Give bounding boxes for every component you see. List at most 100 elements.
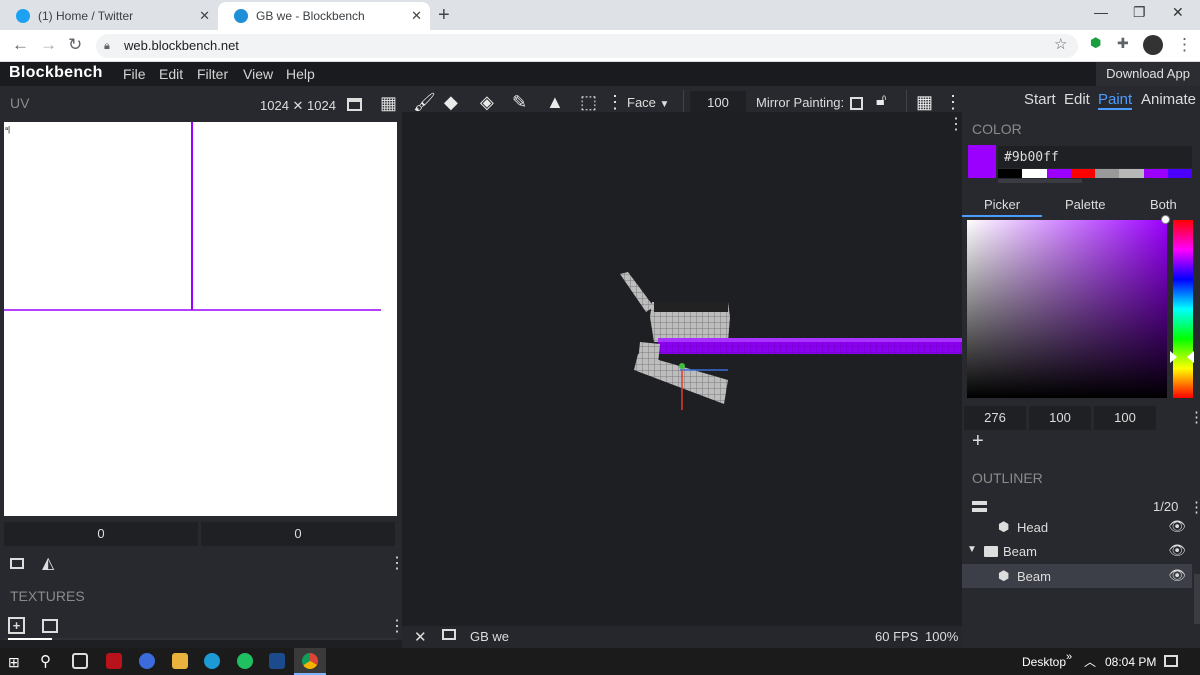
file-explorer-icon[interactable] [172, 653, 188, 669]
download-app-button[interactable]: Download App [1096, 62, 1200, 86]
mode-tab-start[interactable]: Start [1024, 91, 1056, 108]
mirror-painting-checkbox[interactable] [850, 97, 863, 110]
hue-slider[interactable] [1173, 220, 1193, 398]
3d-viewport[interactable]: ⋮ [402, 112, 964, 626]
palette-swatch[interactable] [1119, 169, 1144, 178]
uv-editor-canvas[interactable]: ᵃ| [4, 122, 397, 516]
outliner-more-icon[interactable]: ⋮ [1189, 498, 1200, 516]
new-tab-button[interactable]: + [438, 4, 450, 27]
app-blue-icon[interactable] [139, 653, 155, 669]
app-green-icon[interactable] [237, 653, 253, 669]
menu-view[interactable]: View [243, 66, 273, 82]
uv-x-field[interactable]: 0 [4, 522, 198, 546]
uv-y-field[interactable]: 0 [201, 522, 395, 546]
color-more-icon[interactable]: ⋮ [1189, 408, 1200, 426]
saturation-input[interactable]: 100 [1029, 406, 1091, 430]
eraser-icon[interactable]: ◈ [480, 92, 494, 113]
notification-icon[interactable] [1164, 655, 1178, 667]
shield-extension-icon[interactable]: ⬢ [1090, 35, 1101, 51]
browser-tab-twitter[interactable]: (1) Home / Twitter ✕ [0, 2, 218, 30]
close-model-icon[interactable]: ✕ [414, 628, 427, 646]
minimize-icon[interactable]: — [1094, 4, 1108, 20]
profile-avatar[interactable] [1143, 35, 1163, 55]
collapse-all-icon[interactable] [972, 501, 987, 512]
mode-tab-paint[interactable]: Paint [1098, 91, 1133, 110]
lock-alpha-icon[interactable]: 🔓︎ [876, 92, 886, 110]
task-view-icon[interactable] [72, 653, 88, 669]
app-red-icon[interactable] [106, 653, 122, 669]
brush-icon[interactable]: 🖌︎ [413, 92, 436, 113]
uv-grid-icon[interactable]: ▦ [380, 93, 397, 114]
browser-tab-blockbench[interactable]: GB we - Blockbench ✕ [218, 2, 430, 30]
chevron-down-icon: ▼ [659, 99, 670, 110]
texture-list-item[interactable] [4, 638, 397, 640]
transform-icon[interactable]: ⬚ [580, 92, 597, 113]
mode-tab-animate[interactable]: Animate [1141, 91, 1196, 108]
desktop-label[interactable]: Desktop [1022, 655, 1066, 669]
outliner-item-beam-group[interactable]: ▼ Beam 👁︎ [962, 539, 1192, 563]
uv-square-icon[interactable] [10, 558, 24, 569]
grid-icon[interactable]: ▦ [916, 92, 933, 113]
zoom-level: 100% [925, 629, 959, 644]
mirror-uv-icon[interactable]: ◭ [42, 553, 54, 573]
add-texture-icon[interactable]: + [8, 617, 25, 634]
reload-icon[interactable]: ↻ [68, 35, 82, 55]
import-texture-icon[interactable] [42, 619, 58, 633]
hex-color-input[interactable]: #9b00ff [998, 146, 1192, 168]
eye-icon[interactable]: 👁︎ [1168, 518, 1186, 535]
current-color-swatch[interactable] [968, 145, 996, 178]
more-icon[interactable]: ⋮ [944, 92, 962, 113]
clock[interactable]: 08:04 PM [1105, 655, 1156, 669]
hue-input[interactable]: 276 [964, 406, 1026, 430]
mode-tab-edit[interactable]: Edit [1064, 91, 1090, 108]
close-tab-icon[interactable]: ✕ [411, 8, 422, 24]
color-tab-both[interactable]: Both [1150, 197, 1177, 212]
cube-icon: ⬢ [998, 568, 1010, 583]
add-color-icon[interactable]: + [972, 430, 984, 453]
close-window-icon[interactable]: ✕ [1172, 4, 1184, 21]
color-tab-picker[interactable]: Picker [984, 197, 1020, 212]
close-tab-icon[interactable]: ✕ [199, 8, 210, 24]
palette-swatch[interactable] [1095, 169, 1120, 178]
palette-swatch[interactable] [1046, 169, 1071, 178]
steam-icon[interactable] [269, 653, 285, 669]
restore-icon[interactable]: ❐ [1133, 4, 1146, 21]
palette-scrollbar[interactable] [998, 179, 1082, 183]
toolbar-expand-icon[interactable]: » [1066, 651, 1072, 663]
palette-swatch[interactable] [1070, 169, 1095, 178]
tray-chevron-icon[interactable]: ︿ [1084, 653, 1096, 670]
saturation-value-picker[interactable] [967, 220, 1167, 398]
bookmark-star-icon[interactable]: ☆ [1054, 35, 1067, 53]
menu-help[interactable]: Help [286, 66, 315, 82]
chrome-menu-icon[interactable]: ⋮ [1176, 35, 1193, 55]
outliner-item-beam-cube[interactable]: ⬢ Beam 👁︎ [962, 564, 1192, 588]
outliner-scrollbar[interactable] [1194, 574, 1200, 624]
color-picker-icon[interactable]: ✎ [512, 92, 527, 113]
palette-swatch[interactable] [1167, 169, 1192, 178]
uv-panel-title: UV [10, 95, 30, 111]
shapes-icon[interactable]: ▲ [546, 92, 564, 113]
extensions-puzzle-icon[interactable]: ✚ [1117, 35, 1129, 52]
eye-icon[interactable]: 👁︎ [1168, 542, 1186, 559]
edge-icon[interactable] [204, 653, 220, 669]
value-input[interactable]: 100 [1094, 406, 1156, 430]
menu-file[interactable]: File [123, 66, 146, 82]
back-arrow-icon[interactable]: ← [12, 35, 29, 55]
search-icon[interactable]: ⚲ [40, 652, 51, 670]
chrome-taskbar-button[interactable] [294, 648, 326, 675]
picker-handle[interactable] [1161, 215, 1170, 224]
chevron-down-icon[interactable]: ▼ [967, 544, 977, 555]
windows-start-icon[interactable]: ⊞ [8, 654, 20, 671]
forward-arrow-icon[interactable]: → [40, 35, 57, 55]
outliner-count: 1/20 [1153, 499, 1179, 514]
outliner-item-head[interactable]: ⬢ Head 👁︎ [962, 515, 1192, 539]
fullscreen-icon[interactable] [347, 98, 362, 111]
menu-edit[interactable]: Edit [159, 66, 183, 82]
palette-swatch[interactable] [1143, 169, 1168, 178]
palette-swatch[interactable] [998, 169, 1023, 178]
palette-swatch[interactable] [1022, 169, 1047, 178]
eye-icon[interactable]: 👁︎ [1168, 567, 1186, 584]
menu-filter[interactable]: Filter [197, 66, 228, 82]
url-field[interactable]: 🔒︎ web.blockbench.net [96, 34, 1078, 58]
color-tab-palette[interactable]: Palette [1065, 197, 1105, 212]
